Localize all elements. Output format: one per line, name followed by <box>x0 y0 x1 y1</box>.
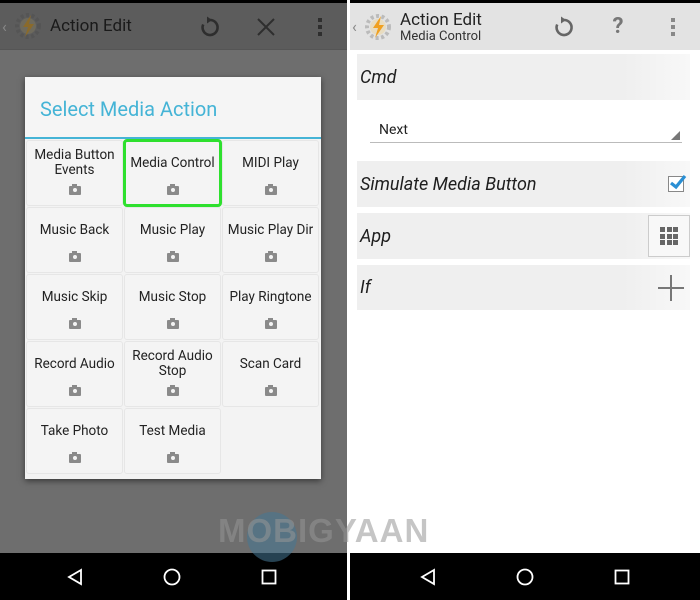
checkmark-icon <box>670 174 687 190</box>
media-action-label: Media Button Events <box>34 147 115 178</box>
simulate-media-button-checkbox[interactable] <box>668 174 687 192</box>
reset-icon <box>555 16 573 36</box>
home-icon <box>163 568 181 585</box>
media-action-label: Music Stop <box>138 288 207 305</box>
navigation-bar <box>350 553 700 600</box>
camera-icon <box>166 251 179 262</box>
nav-home-button[interactable] <box>505 553 545 600</box>
add-condition-button[interactable] <box>658 274 684 301</box>
action-bar: ‹ Action Edit <box>0 3 347 50</box>
media-action-label: Media Control <box>130 154 215 171</box>
camera-icon <box>264 184 277 195</box>
overflow-menu-icon <box>318 17 322 36</box>
media-action-item[interactable]: Music Back <box>26 207 123 273</box>
media-action-label: Record Audio <box>34 355 115 372</box>
media-action-label: Play Ringtone <box>229 288 312 305</box>
media-action-item[interactable]: Record Audio Stop <box>124 341 221 407</box>
cmd-row: Cmd <box>357 54 690 100</box>
close-button[interactable] <box>248 3 284 50</box>
cmd-spinner[interactable]: Next <box>370 115 682 143</box>
action-grid: Media Button Events Media Control MIDI Pla… <box>25 139 321 474</box>
media-action-item[interactable]: Music Stop <box>124 274 221 340</box>
camera-icon <box>264 318 277 329</box>
back-chevron-icon[interactable]: ‹ <box>352 17 360 36</box>
app-label: App <box>360 225 392 247</box>
nav-home-button[interactable] <box>152 553 192 600</box>
media-action-item[interactable]: Test Media <box>124 408 221 474</box>
action-bar: ‹ Action Edit Media Control ? <box>350 3 700 50</box>
action-bar-title: Action Edit <box>50 16 132 36</box>
media-action-item[interactable]: Record Audio <box>26 341 123 407</box>
camera-icon <box>68 184 81 195</box>
media-action-item[interactable]: Take Photo <box>26 408 123 474</box>
camera-icon <box>166 318 179 329</box>
reset-button[interactable] <box>546 3 582 50</box>
recents-icon <box>614 569 630 584</box>
media-action-item[interactable]: Media Button Events <box>26 140 123 206</box>
left-screen: ‹ Action Edit Select Media Action Media … <box>0 0 347 600</box>
camera-icon <box>68 452 81 463</box>
camera-icon <box>68 318 81 329</box>
help-icon: ? <box>612 14 624 39</box>
reset-button[interactable] <box>192 3 228 50</box>
overflow-menu-icon <box>671 17 675 36</box>
cmd-value: Next <box>379 122 408 138</box>
camera-icon <box>166 385 179 396</box>
cmd-label: Cmd <box>360 66 397 88</box>
select-media-action-dialog: Select Media Action Media Button Events M… <box>25 77 321 479</box>
media-action-item[interactable]: MIDI Play <box>222 140 319 206</box>
nav-back-button[interactable] <box>408 553 448 600</box>
camera-icon <box>264 251 277 262</box>
media-action-item[interactable]: Music Play Dir <box>222 207 319 273</box>
media-action-label: MIDI Play <box>242 154 299 171</box>
navigation-bar <box>0 553 347 600</box>
media-action-label: Music Skip <box>41 288 108 305</box>
home-icon <box>516 568 534 585</box>
media-action-label: Test Media <box>139 422 206 439</box>
back-icon <box>67 567 82 586</box>
nav-recents-button[interactable] <box>602 553 642 600</box>
camera-icon <box>264 385 277 396</box>
action-bar-title: Action Edit <box>400 9 482 30</box>
app-row: App <box>357 213 690 259</box>
simulate-media-button-row: Simulate Media Button <box>357 161 690 207</box>
dropdown-triangle-icon <box>671 131 680 140</box>
nav-back-button[interactable] <box>55 553 95 600</box>
camera-icon <box>166 184 179 195</box>
overflow-menu-button[interactable] <box>302 3 338 50</box>
media-action-label: Music Back <box>39 221 110 238</box>
media-action-item[interactable]: Play Ringtone <box>222 274 319 340</box>
recents-icon <box>261 569 277 584</box>
action-bar-subtitle: Media Control <box>400 28 482 44</box>
media-action-item[interactable]: Music Play <box>124 207 221 273</box>
camera-icon <box>166 452 179 463</box>
dialog-title: Select Media Action <box>25 77 321 139</box>
media-action-item[interactable]: Music Skip <box>26 274 123 340</box>
media-action-item[interactable]: Media Control <box>123 139 222 207</box>
overflow-menu-button[interactable] <box>655 3 691 50</box>
media-action-label: Scan Card <box>239 355 302 372</box>
camera-icon <box>68 385 81 396</box>
media-action-label: Music Play Dir <box>227 221 314 238</box>
tasker-logo-icon[interactable] <box>12 10 44 42</box>
if-row: If <box>357 265 690 310</box>
media-action-label: Record Audio Stop <box>132 348 213 379</box>
media-action-label: Take Photo <box>40 422 109 439</box>
media-action-label: Music Play <box>139 221 206 238</box>
close-icon <box>257 17 275 36</box>
camera-icon <box>68 251 81 262</box>
empty-cell <box>222 408 319 474</box>
watermark-logo-icon <box>247 512 297 562</box>
tasker-logo-icon[interactable] <box>362 11 394 43</box>
if-label: If <box>360 277 371 298</box>
media-action-item[interactable]: Scan Card <box>222 341 319 407</box>
back-chevron-icon[interactable]: ‹ <box>2 17 10 36</box>
help-button[interactable]: ? <box>600 3 636 50</box>
reset-icon <box>201 16 219 36</box>
app-picker-button[interactable] <box>648 215 690 257</box>
simulate-media-button-label: Simulate Media Button <box>360 173 537 195</box>
back-icon <box>420 567 435 586</box>
